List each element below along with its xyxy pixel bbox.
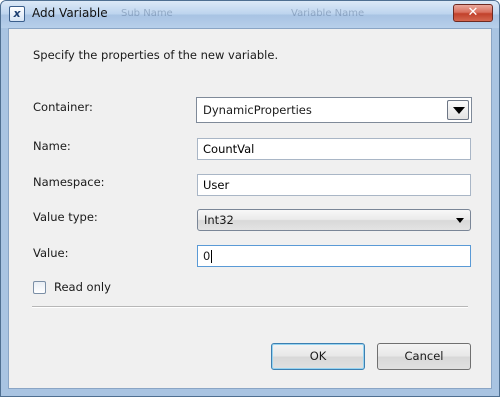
value-field-text: 0 <box>203 249 211 263</box>
add-variable-dialog: Sub Name Variable Name x Add Variable ✕ … <box>0 0 500 397</box>
namespace-label: Namespace: <box>33 175 105 189</box>
text-caret <box>211 250 213 263</box>
value-type-value: Int32 <box>204 213 234 227</box>
name-field[interactable] <box>197 138 471 160</box>
background-ghost-text: Variable Name <box>291 8 365 19</box>
value-field[interactable]: 0 <box>197 245 471 267</box>
title-bar[interactable]: Sub Name Variable Name x Add Variable ✕ <box>1 1 499 28</box>
namespace-field[interactable] <box>197 174 471 196</box>
ok-button[interactable]: OK <box>271 343 365 370</box>
container-value: DynamicProperties <box>203 103 312 117</box>
value-type-dropdown[interactable]: Int32 <box>197 209 471 231</box>
chevron-down-icon <box>456 218 464 223</box>
close-button[interactable]: ✕ <box>453 4 493 22</box>
container-label: Container: <box>33 100 93 114</box>
container-dropdown[interactable]: DynamicProperties <box>196 97 472 123</box>
variable-icon: x <box>9 6 25 22</box>
intro-text: Specify the properties of the new variab… <box>33 48 279 62</box>
background-ghost-text: Sub Name <box>121 8 173 19</box>
read-only-label: Read only <box>54 280 111 294</box>
name-label: Name: <box>33 139 71 153</box>
divider <box>32 306 468 308</box>
value-type-label: Value type: <box>33 210 98 224</box>
chevron-down-icon <box>453 107 465 114</box>
read-only-checkbox[interactable] <box>33 281 46 294</box>
dialog-body: Specify the properties of the new variab… <box>8 28 492 389</box>
container-dropdown-button[interactable] <box>447 100 469 120</box>
cancel-button[interactable]: Cancel <box>377 343 471 370</box>
value-label: Value: <box>33 246 69 260</box>
window-title: Add Variable <box>32 6 108 20</box>
close-icon: ✕ <box>467 5 479 20</box>
